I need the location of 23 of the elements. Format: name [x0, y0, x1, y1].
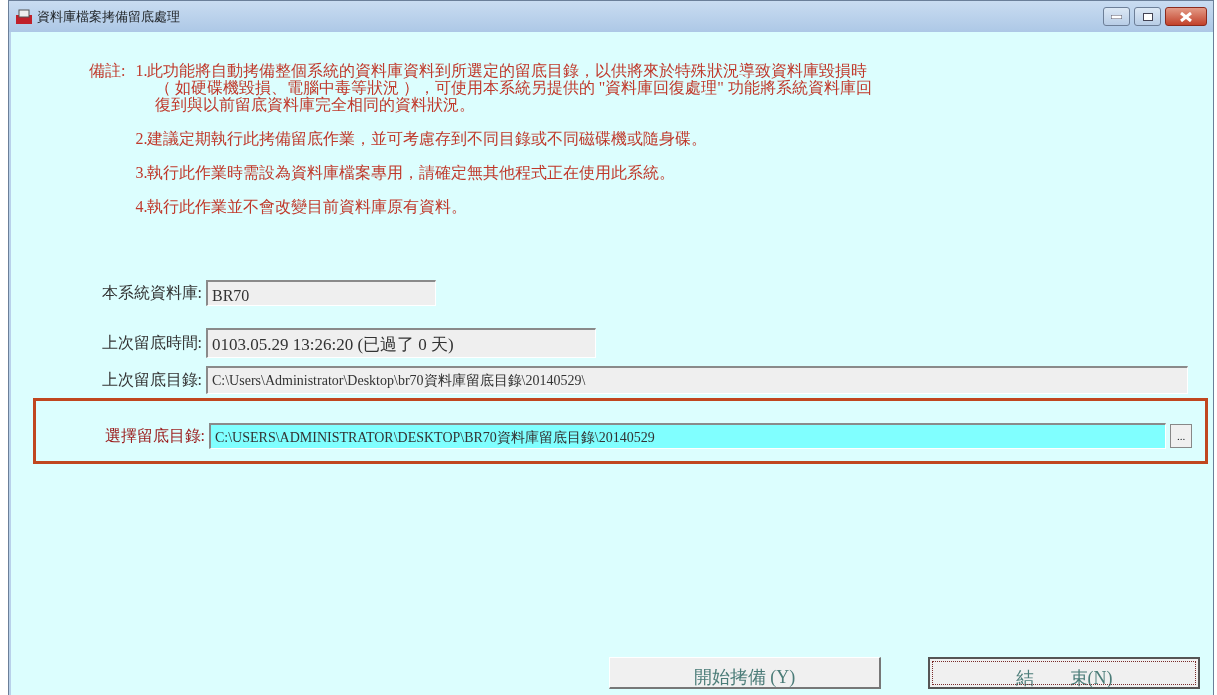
readonly-field[interactable]: 0103.05.29 13:26:20 (已過了 0 天) [206, 328, 596, 358]
close-button[interactable] [1165, 7, 1207, 26]
close-icon [1180, 11, 1192, 22]
window-title: 資料庫檔案拷備留底處理 [37, 7, 180, 26]
readonly-field[interactable]: BR70 [206, 280, 436, 306]
maximize-button[interactable] [1134, 7, 1161, 26]
folder-field[interactable]: C:\USERS\ADMINISTRATOR\DESKTOP\BR70資料庫留底目錄\20140529 [209, 423, 1166, 449]
field-label: 選擇留底目錄: [103, 426, 206, 446]
start-backup-button[interactable]: 開始拷備 (Y) [609, 657, 881, 689]
readonly-field[interactable]: C:\Users\Administrator\Desktop\br70資料庫留底目錄\20140529\ [206, 366, 1188, 394]
field-label: 上次留底時間: [100, 333, 203, 353]
field-label: 上次留底目錄: [100, 370, 203, 390]
note-text: 1.此功能將自動拷備整個系統的資料庫資料到所選定的留底目錄，以供將來於特殊狀況導致資料庫毀損時 （ 如硬碟機毀損、電腦中毒等狀況 ），可使用本系統另提供的 "資料庫回復處理" 功能將系統資料庫回 復到與以前留底資料庫完全相同的資料狀況。 [135, 62, 872, 113]
app-icon [15, 8, 33, 25]
maximize-icon [1142, 12, 1153, 21]
minimize-button[interactable] [1103, 7, 1130, 26]
browse-button[interactable]: ... [1170, 424, 1192, 448]
minimize-icon [1111, 14, 1122, 19]
field-label: 本系統資料庫: [100, 283, 203, 303]
note-text: 2.建議定期執行此拷備留底作業，並可考慮存到不同目錄或不同磁碟機或隨身碟。 [135, 130, 709, 147]
notes-label: 備註: [89, 62, 126, 79]
note-text: 4.執行此作業並不會改變目前資料庫原有資料。 [135, 198, 469, 215]
note-text: 3.執行此作業時需設為資料庫檔案專用，請確定無其他程式正在使用此系統。 [135, 164, 677, 181]
